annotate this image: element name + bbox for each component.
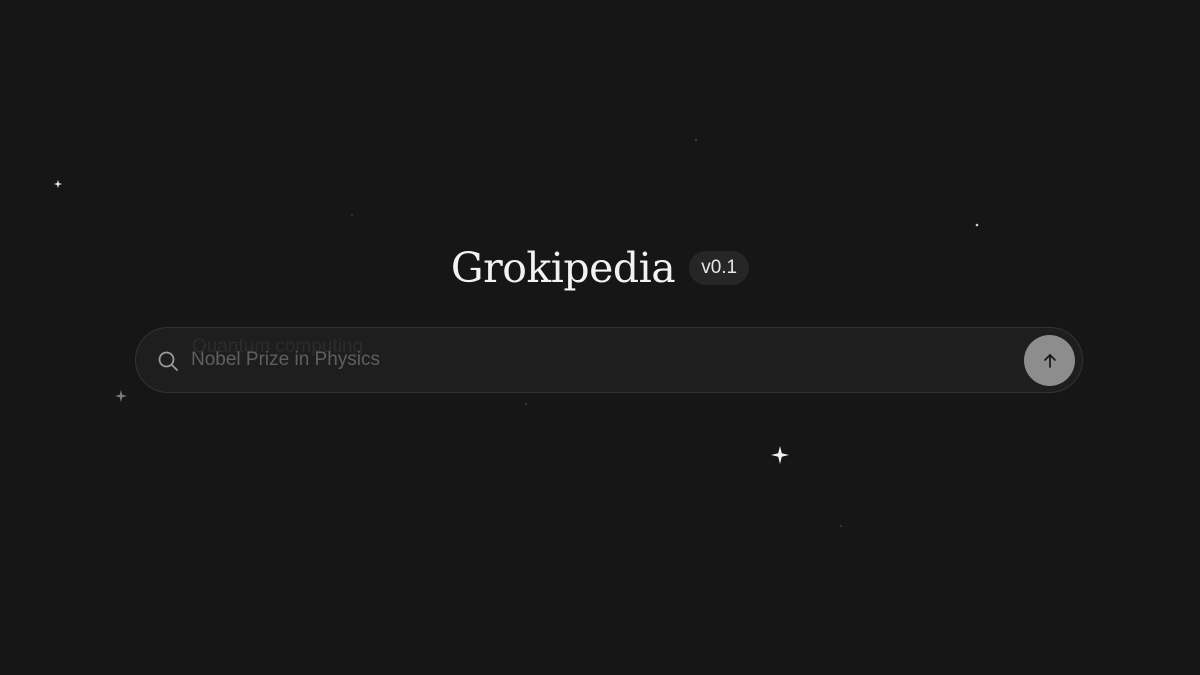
search-icon [158, 351, 178, 371]
search-input[interactable] [191, 345, 1011, 375]
page-title: Grokipedia [450, 244, 676, 292]
sparkle-icon [54, 180, 62, 188]
star-dot [695, 139, 697, 141]
star-dot [351, 214, 353, 216]
star-dot [975, 223, 979, 227]
star-dot [840, 525, 842, 527]
version-badge: v0.1 [689, 251, 750, 285]
arrow-up-icon [1043, 353, 1056, 368]
search-bar: Quantum computing [135, 327, 1083, 393]
sparkle-icon [771, 446, 789, 464]
star-dot [525, 403, 527, 405]
submit-search-button[interactable] [1024, 335, 1075, 386]
sparkle-icon [115, 390, 127, 402]
brand-header: Grokipedia v0.1 [0, 240, 1200, 296]
